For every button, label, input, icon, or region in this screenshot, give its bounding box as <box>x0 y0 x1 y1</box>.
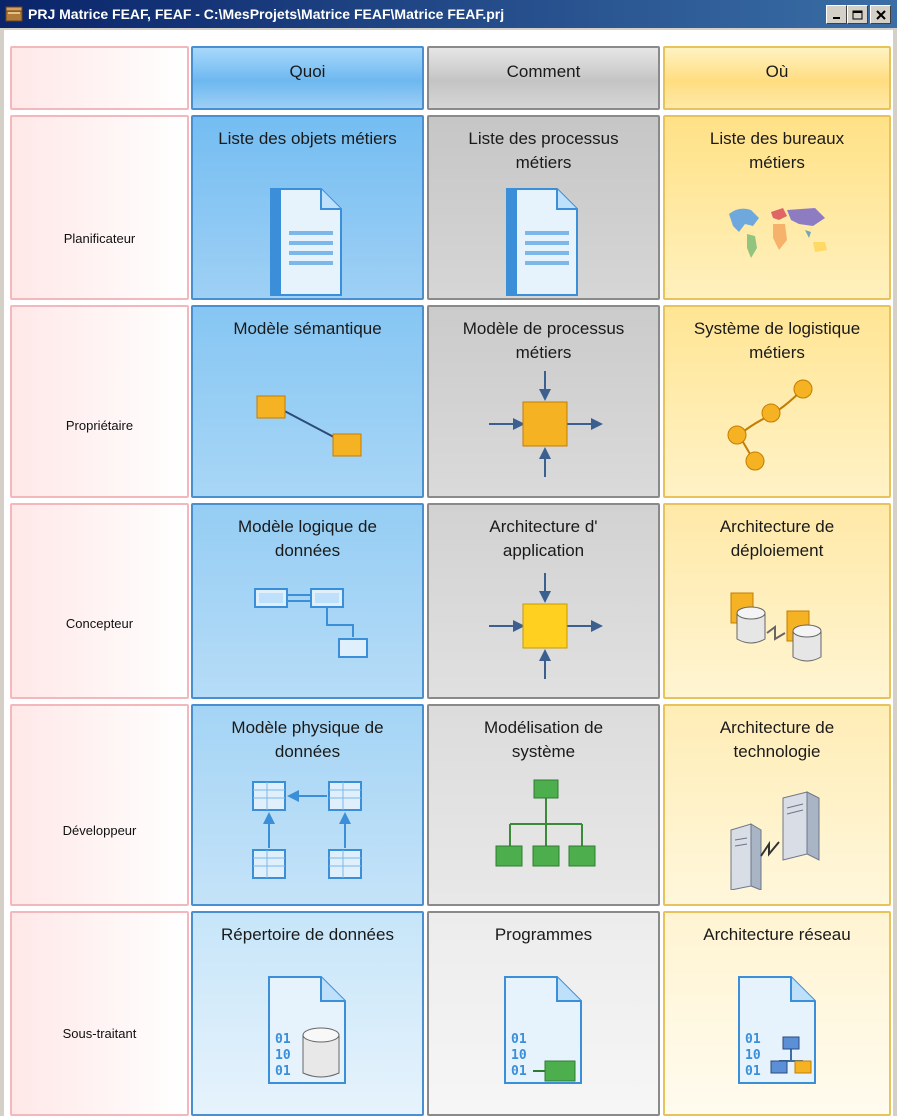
cell-label: Architecture de technologie <box>719 718 835 761</box>
svg-text:01: 01 <box>745 1064 761 1079</box>
system-hierarchy-icon <box>495 779 596 867</box>
maximize-icon <box>852 10 863 19</box>
column-header-what[interactable]: Quoi <box>191 46 424 110</box>
row-header-developer[interactable]: Développeur <box>10 704 189 906</box>
document-icon <box>506 188 578 296</box>
cell-label: Programmes <box>494 925 593 944</box>
row-header-designer[interactable]: Concepteur <box>10 503 189 699</box>
logistics-network-icon <box>727 379 813 471</box>
cell-label: Liste des bureaux métiers <box>709 129 845 172</box>
cell-label: Architecture réseau <box>703 925 851 944</box>
svg-text:01: 01 <box>511 1032 527 1047</box>
cell-label: Modélisation de système <box>483 718 604 761</box>
cell-developer-what[interactable]: Modèle physique de données <box>191 704 424 906</box>
svg-text:10: 10 <box>745 1048 761 1063</box>
column-header-how[interactable]: Comment <box>427 46 660 110</box>
cell-planner-where[interactable]: Liste des bureaux métiers <box>663 115 891 300</box>
cell-subcontractor-how[interactable]: Programmes 01 10 01 <box>427 911 660 1116</box>
column-header-label: Quoi <box>289 62 326 81</box>
window-title: PRJ Matrice FEAF, FEAF - C:\MesProjets\M… <box>28 6 505 22</box>
project-icon <box>5 6 23 22</box>
document-icon <box>270 188 342 296</box>
process-icon <box>489 371 603 477</box>
cell-label: Liste des objets métiers <box>218 129 397 148</box>
cell-owner-where[interactable]: Système de logistique métiers <box>663 305 891 498</box>
row-header-planner[interactable]: Planificateur <box>10 115 189 300</box>
cell-label: Liste des processus métiers <box>468 129 619 172</box>
physical-data-model-icon <box>252 781 362 879</box>
cell-owner-how[interactable]: Modèle de processus métiers <box>427 305 660 498</box>
cell-label: Modèle sémantique <box>233 319 382 338</box>
cell-label: Modèle logique de données <box>238 517 377 560</box>
cell-developer-where[interactable]: Architecture de technologie <box>663 704 891 906</box>
cell-label: Système de logistique métiers <box>693 319 861 362</box>
cell-subcontractor-where[interactable]: Architecture réseau 01 10 01 <box>663 911 891 1116</box>
deployment-icon <box>730 592 822 662</box>
maximize-button[interactable] <box>847 5 868 24</box>
program-icon: 01 10 01 <box>504 976 582 1084</box>
column-header-label: Comment <box>506 62 581 81</box>
cell-label: Modèle de processus métiers <box>462 319 625 362</box>
cell-subcontractor-what[interactable]: Répertoire de données 01 10 01 <box>191 911 424 1116</box>
world-map-icon <box>729 208 827 258</box>
svg-text:10: 10 <box>511 1048 527 1063</box>
cell-label: Répertoire de données <box>221 925 394 944</box>
close-button[interactable] <box>870 5 891 24</box>
corner-cell <box>10 46 189 110</box>
cell-designer-what[interactable]: Modèle logique de données <box>191 503 424 699</box>
cell-developer-how[interactable]: Modélisation de système <box>427 704 660 906</box>
row-header-subcontractor[interactable]: Sous-traitant <box>10 911 189 1116</box>
cell-planner-how[interactable]: Liste des processus métiers <box>427 115 660 300</box>
svg-text:01: 01 <box>745 1032 761 1047</box>
cell-owner-what[interactable]: Modèle sémantique <box>191 305 424 498</box>
feaf-matrix: Quoi Comment Où Planificateur Liste des … <box>4 30 893 1116</box>
technology-servers-icon <box>730 791 820 890</box>
row-header-label: Planificateur <box>63 231 136 246</box>
close-icon <box>875 9 886 20</box>
entity-relation-icon <box>256 395 362 457</box>
row-header-owner[interactable]: Propriétaire <box>10 305 189 498</box>
cell-designer-where[interactable]: Architecture de déploiement <box>663 503 891 699</box>
svg-text:10: 10 <box>275 1048 291 1063</box>
cell-label: Architecture de déploiement <box>719 517 835 560</box>
row-header-label: Développeur <box>62 823 137 838</box>
logical-data-model-icon <box>254 588 368 658</box>
cell-label: Modèle physique de données <box>231 718 384 761</box>
svg-text:01: 01 <box>275 1064 291 1079</box>
title-bar[interactable]: PRJ Matrice FEAF, FEAF - C:\MesProjets\M… <box>0 0 897 28</box>
window-controls <box>826 5 891 24</box>
column-header-where[interactable]: Où <box>663 46 891 110</box>
column-header-label: Où <box>765 62 789 81</box>
svg-text:01: 01 <box>275 1032 291 1047</box>
minimize-icon <box>832 16 840 19</box>
row-header-label: Propriétaire <box>65 418 134 433</box>
application-icon <box>489 573 603 679</box>
network-architecture-icon: 01 10 01 <box>738 976 816 1084</box>
cell-label: Architecture d' application <box>489 517 598 560</box>
cell-planner-what[interactable]: Liste des objets métiers <box>191 115 424 300</box>
minimize-button[interactable] <box>826 5 847 24</box>
row-header-label: Concepteur <box>65 616 134 631</box>
row-header-label: Sous-traitant <box>62 1026 137 1041</box>
cell-designer-how[interactable]: Architecture d' application <box>427 503 660 699</box>
data-repository-icon: 01 10 01 <box>268 976 346 1084</box>
app-window: PRJ Matrice FEAF, FEAF - C:\MesProjets\M… <box>0 0 897 1116</box>
svg-text:01: 01 <box>511 1064 527 1079</box>
